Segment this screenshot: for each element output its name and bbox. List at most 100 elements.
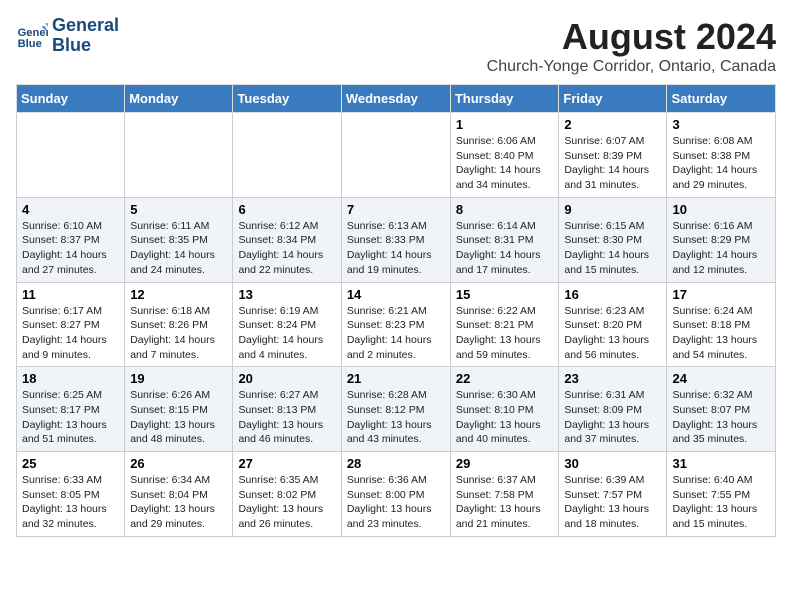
day-info: Sunrise: 6:07 AM Sunset: 8:39 PM Dayligh… <box>564 134 661 193</box>
day-info: Sunrise: 6:23 AM Sunset: 8:20 PM Dayligh… <box>564 304 661 363</box>
calendar-cell: 15Sunrise: 6:22 AM Sunset: 8:21 PM Dayli… <box>450 282 559 367</box>
day-info: Sunrise: 6:13 AM Sunset: 8:33 PM Dayligh… <box>347 219 445 278</box>
day-number: 23 <box>564 371 661 386</box>
calendar-cell: 23 Sunrise: 6:31 AM Sunset: 8:09 PM Dayli… <box>559 367 667 452</box>
day-info: Sunrise: 6:15 AM Sunset: 8:30 PM Dayligh… <box>564 219 661 278</box>
calendar-cell: 28 Sunrise: 6:36 AM Sunset: 8:00 PM Dayli… <box>341 452 450 537</box>
day-info: Sunrise: 6:35 AM Sunset: 8:02 PM Dayligh… <box>238 473 335 532</box>
day-info: Sunrise: 6:10 AM Sunset: 8:37 PM Dayligh… <box>22 219 119 278</box>
calendar-cell <box>341 113 450 198</box>
day-info: Sunrise: 6:25 AM Sunset: 8:17 PM Dayligh… <box>22 388 119 447</box>
calendar-cell: 13Sunrise: 6:19 AM Sunset: 8:24 PM Dayli… <box>233 282 341 367</box>
header-wednesday: Wednesday <box>341 85 450 113</box>
day-info: Sunrise: 6:17 AM Sunset: 8:27 PM Dayligh… <box>22 304 119 363</box>
day-info: Sunrise: 6:06 AM Sunset: 8:40 PM Dayligh… <box>456 134 554 193</box>
calendar-cell: 27 Sunrise: 6:35 AM Sunset: 8:02 PM Dayli… <box>233 452 341 537</box>
day-info: Sunrise: 6:18 AM Sunset: 8:26 PM Dayligh… <box>130 304 227 363</box>
day-number: 14 <box>347 287 445 302</box>
page-title: August 2024 <box>487 16 776 58</box>
day-info: Sunrise: 6:16 AM Sunset: 8:29 PM Dayligh… <box>672 219 770 278</box>
calendar-cell: 21 Sunrise: 6:28 AM Sunset: 8:12 PM Dayli… <box>341 367 450 452</box>
header-row: Sunday Monday Tuesday Wednesday Thursday… <box>17 85 776 113</box>
calendar-cell: 20Sunrise: 6:27 AM Sunset: 8:13 PM Dayli… <box>233 367 341 452</box>
day-info: Sunrise: 6:24 AM Sunset: 8:18 PM Dayligh… <box>672 304 770 363</box>
day-number: 21 <box>347 371 445 386</box>
calendar-cell: 14 Sunrise: 6:21 AM Sunset: 8:23 PM Dayli… <box>341 282 450 367</box>
logo-icon: General Blue <box>16 20 48 52</box>
day-number: 29 <box>456 456 554 471</box>
calendar-cell: 25Sunrise: 6:33 AM Sunset: 8:05 PM Dayli… <box>17 452 125 537</box>
calendar-cell: 11 Sunrise: 6:17 AM Sunset: 8:27 PM Dayli… <box>17 282 125 367</box>
calendar-cell <box>125 113 233 198</box>
calendar-table: Sunday Monday Tuesday Wednesday Thursday… <box>16 84 776 537</box>
day-number: 22 <box>456 371 554 386</box>
day-number: 17 <box>672 287 770 302</box>
day-number: 18 <box>22 371 119 386</box>
calendar-cell: 9 Sunrise: 6:15 AM Sunset: 8:30 PM Daylig… <box>559 197 667 282</box>
calendar-cell: 26Sunrise: 6:34 AM Sunset: 8:04 PM Dayli… <box>125 452 233 537</box>
calendar-cell: 7 Sunrise: 6:13 AM Sunset: 8:33 PM Daylig… <box>341 197 450 282</box>
calendar-cell: 6 Sunrise: 6:12 AM Sunset: 8:34 PM Daylig… <box>233 197 341 282</box>
day-number: 8 <box>456 202 554 217</box>
calendar-week-5: 25Sunrise: 6:33 AM Sunset: 8:05 PM Dayli… <box>17 452 776 537</box>
day-info: Sunrise: 6:30 AM Sunset: 8:10 PM Dayligh… <box>456 388 554 447</box>
calendar-body: 1 Sunrise: 6:06 AM Sunset: 8:40 PM Daylig… <box>17 113 776 537</box>
day-number: 6 <box>238 202 335 217</box>
day-number: 16 <box>564 287 661 302</box>
day-number: 4 <box>22 202 119 217</box>
svg-text:General: General <box>18 27 48 39</box>
calendar-cell: 17 Sunrise: 6:24 AM Sunset: 8:18 PM Dayli… <box>667 282 776 367</box>
day-number: 12 <box>130 287 227 302</box>
day-info: Sunrise: 6:11 AM Sunset: 8:35 PM Dayligh… <box>130 219 227 278</box>
day-info: Sunrise: 6:32 AM Sunset: 8:07 PM Dayligh… <box>672 388 770 447</box>
day-info: Sunrise: 6:12 AM Sunset: 8:34 PM Dayligh… <box>238 219 335 278</box>
day-number: 9 <box>564 202 661 217</box>
day-number: 28 <box>347 456 445 471</box>
day-info: Sunrise: 6:14 AM Sunset: 8:31 PM Dayligh… <box>456 219 554 278</box>
header-thursday: Thursday <box>450 85 559 113</box>
day-number: 3 <box>672 117 770 132</box>
title-block: August 2024 Church-Yonge Corridor, Ontar… <box>487 16 776 76</box>
day-number: 1 <box>456 117 554 132</box>
day-info: Sunrise: 6:19 AM Sunset: 8:24 PM Dayligh… <box>238 304 335 363</box>
calendar-header: Sunday Monday Tuesday Wednesday Thursday… <box>17 85 776 113</box>
day-info: Sunrise: 6:21 AM Sunset: 8:23 PM Dayligh… <box>347 304 445 363</box>
day-info: Sunrise: 6:40 AM Sunset: 7:55 PM Dayligh… <box>672 473 770 532</box>
header-saturday: Saturday <box>667 85 776 113</box>
day-number: 31 <box>672 456 770 471</box>
calendar-cell: 12 Sunrise: 6:18 AM Sunset: 8:26 PM Dayli… <box>125 282 233 367</box>
day-info: Sunrise: 6:33 AM Sunset: 8:05 PM Dayligh… <box>22 473 119 532</box>
calendar-cell: 10Sunrise: 6:16 AM Sunset: 8:29 PM Dayli… <box>667 197 776 282</box>
calendar-cell: 1 Sunrise: 6:06 AM Sunset: 8:40 PM Daylig… <box>450 113 559 198</box>
day-info: Sunrise: 6:39 AM Sunset: 7:57 PM Dayligh… <box>564 473 661 532</box>
calendar-cell: 16 Sunrise: 6:23 AM Sunset: 8:20 PM Dayli… <box>559 282 667 367</box>
calendar-cell: 8 Sunrise: 6:14 AM Sunset: 8:31 PM Daylig… <box>450 197 559 282</box>
calendar-cell: 24 Sunrise: 6:32 AM Sunset: 8:07 PM Dayli… <box>667 367 776 452</box>
day-info: Sunrise: 6:36 AM Sunset: 8:00 PM Dayligh… <box>347 473 445 532</box>
page-subtitle: Church-Yonge Corridor, Ontario, Canada <box>487 58 776 76</box>
logo: General Blue General Blue <box>16 16 119 56</box>
calendar-cell: 4 Sunrise: 6:10 AM Sunset: 8:37 PM Daylig… <box>17 197 125 282</box>
day-number: 7 <box>347 202 445 217</box>
day-info: Sunrise: 6:08 AM Sunset: 8:38 PM Dayligh… <box>672 134 770 193</box>
day-number: 30 <box>564 456 661 471</box>
day-number: 26 <box>130 456 227 471</box>
header-friday: Friday <box>559 85 667 113</box>
day-number: 27 <box>238 456 335 471</box>
day-info: Sunrise: 6:27 AM Sunset: 8:13 PM Dayligh… <box>238 388 335 447</box>
calendar-cell: 29 Sunrise: 6:37 AM Sunset: 7:58 PM Dayli… <box>450 452 559 537</box>
logo-text: General Blue <box>52 16 119 56</box>
svg-text:Blue: Blue <box>18 38 42 50</box>
day-number: 24 <box>672 371 770 386</box>
calendar-cell: 30 Sunrise: 6:39 AM Sunset: 7:57 PM Dayli… <box>559 452 667 537</box>
calendar-week-3: 11 Sunrise: 6:17 AM Sunset: 8:27 PM Dayli… <box>17 282 776 367</box>
day-info: Sunrise: 6:31 AM Sunset: 8:09 PM Dayligh… <box>564 388 661 447</box>
calendar-cell: 19Sunrise: 6:26 AM Sunset: 8:15 PM Dayli… <box>125 367 233 452</box>
calendar-week-2: 4 Sunrise: 6:10 AM Sunset: 8:37 PM Daylig… <box>17 197 776 282</box>
day-number: 11 <box>22 287 119 302</box>
day-number: 5 <box>130 202 227 217</box>
day-info: Sunrise: 6:28 AM Sunset: 8:12 PM Dayligh… <box>347 388 445 447</box>
day-info: Sunrise: 6:37 AM Sunset: 7:58 PM Dayligh… <box>456 473 554 532</box>
calendar-cell: 22 Sunrise: 6:30 AM Sunset: 8:10 PM Dayli… <box>450 367 559 452</box>
day-info: Sunrise: 6:22 AM Sunset: 8:21 PM Dayligh… <box>456 304 554 363</box>
